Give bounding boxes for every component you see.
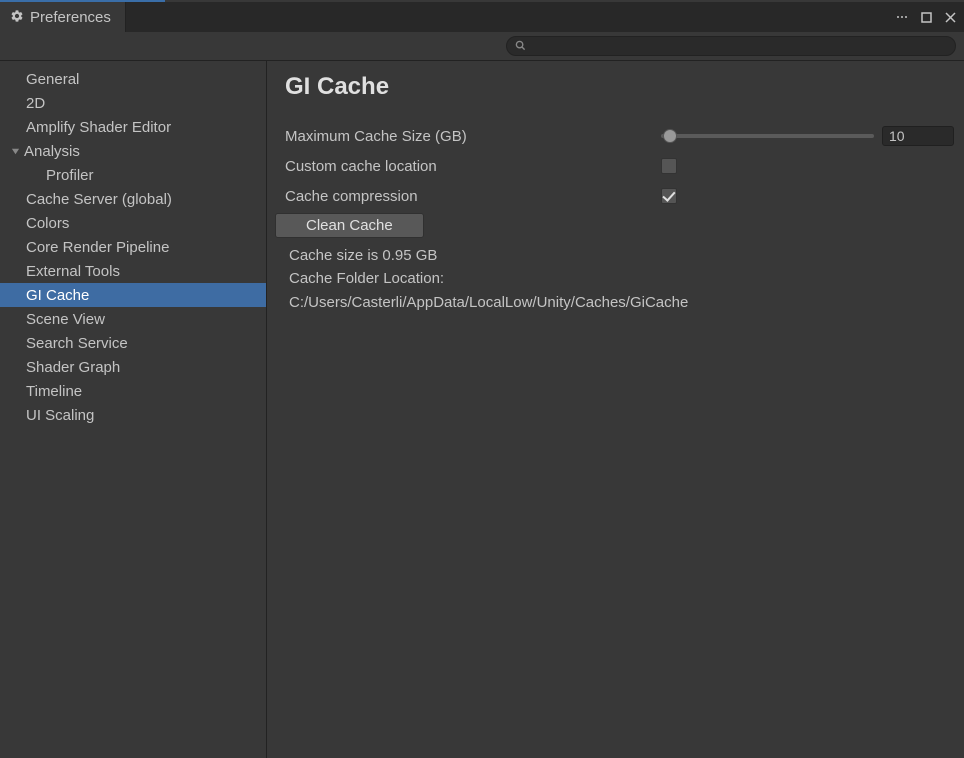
sidebar: General 2D Amplify Shader Editor Analysi… — [0, 61, 267, 758]
sidebar-item-shader-graph[interactable]: Shader Graph — [0, 355, 266, 379]
sidebar-item-profiler[interactable]: Profiler — [0, 163, 266, 187]
cache-folder-label: Cache Folder Location: — [285, 267, 954, 290]
max-cache-size-field[interactable] — [882, 126, 954, 146]
cache-compression-checkbox[interactable] — [661, 188, 677, 204]
sidebar-item-external-tools[interactable]: External Tools — [0, 259, 266, 283]
sidebar-item-2d[interactable]: 2D — [0, 91, 266, 115]
custom-cache-location-checkbox[interactable] — [661, 158, 677, 174]
sidebar-item-label: Timeline — [26, 383, 82, 400]
more-icon[interactable] — [894, 9, 910, 25]
cache-folder-path: C:/Users/Casterli/AppData/LocalLow/Unity… — [285, 290, 954, 314]
sidebar-item-label: Shader Graph — [26, 359, 120, 376]
sidebar-item-core-render-pipeline[interactable]: Core Render Pipeline — [0, 235, 266, 259]
sidebar-item-label: 2D — [26, 95, 45, 112]
sidebar-item-label: Cache Server (global) — [26, 191, 172, 208]
sidebar-item-label: External Tools — [26, 263, 120, 280]
main-panel: GI Cache Maximum Cache Size (GB) Custom … — [267, 61, 964, 758]
preferences-tab[interactable]: Preferences — [0, 2, 126, 32]
sidebar-item-label: Core Render Pipeline — [26, 239, 169, 256]
cache-size-info: Cache size is 0.95 GB — [285, 244, 954, 267]
sidebar-item-label: Profiler — [46, 167, 94, 184]
sidebar-item-label: GI Cache — [26, 287, 89, 304]
sidebar-item-label: Scene View — [26, 311, 105, 328]
sidebar-item-colors[interactable]: Colors — [0, 211, 266, 235]
sidebar-item-label: Search Service — [26, 335, 128, 352]
max-cache-size-slider[interactable] — [661, 134, 874, 138]
search-input[interactable] — [532, 39, 947, 53]
chevron-down-icon[interactable] — [8, 147, 22, 156]
search-icon — [515, 38, 526, 54]
sidebar-item-label: UI Scaling — [26, 407, 94, 424]
max-cache-size-label: Maximum Cache Size (GB) — [285, 128, 661, 145]
custom-cache-location-label: Custom cache location — [285, 158, 661, 175]
sidebar-item-cache-server-global[interactable]: Cache Server (global) — [0, 187, 266, 211]
sidebar-item-ui-scaling[interactable]: UI Scaling — [0, 403, 266, 427]
clean-cache-button[interactable]: Clean Cache — [275, 213, 424, 238]
sidebar-item-label: General — [26, 71, 79, 88]
sidebar-item-label: Analysis — [24, 143, 80, 160]
sidebar-item-timeline[interactable]: Timeline — [0, 379, 266, 403]
sidebar-item-label: Colors — [26, 215, 69, 232]
search-box[interactable] — [506, 36, 956, 56]
search-row — [0, 32, 964, 60]
sidebar-item-gi-cache[interactable]: GI Cache — [0, 283, 266, 307]
cache-compression-label: Cache compression — [285, 188, 661, 205]
page-title: GI Cache — [285, 73, 954, 101]
tab-title: Preferences — [30, 9, 111, 26]
sidebar-item-label: Amplify Shader Editor — [26, 119, 171, 136]
sidebar-item-amplify-shader-editor[interactable]: Amplify Shader Editor — [0, 115, 266, 139]
close-icon[interactable] — [942, 9, 958, 25]
tab-bar: Preferences — [0, 2, 964, 32]
sidebar-item-search-service[interactable]: Search Service — [0, 331, 266, 355]
sidebar-item-analysis[interactable]: Analysis — [0, 139, 266, 163]
slider-thumb[interactable] — [663, 129, 677, 143]
maximize-icon[interactable] — [918, 9, 934, 25]
sidebar-item-scene-view[interactable]: Scene View — [0, 307, 266, 331]
sidebar-item-general[interactable]: General — [0, 67, 266, 91]
gear-icon — [10, 9, 24, 26]
